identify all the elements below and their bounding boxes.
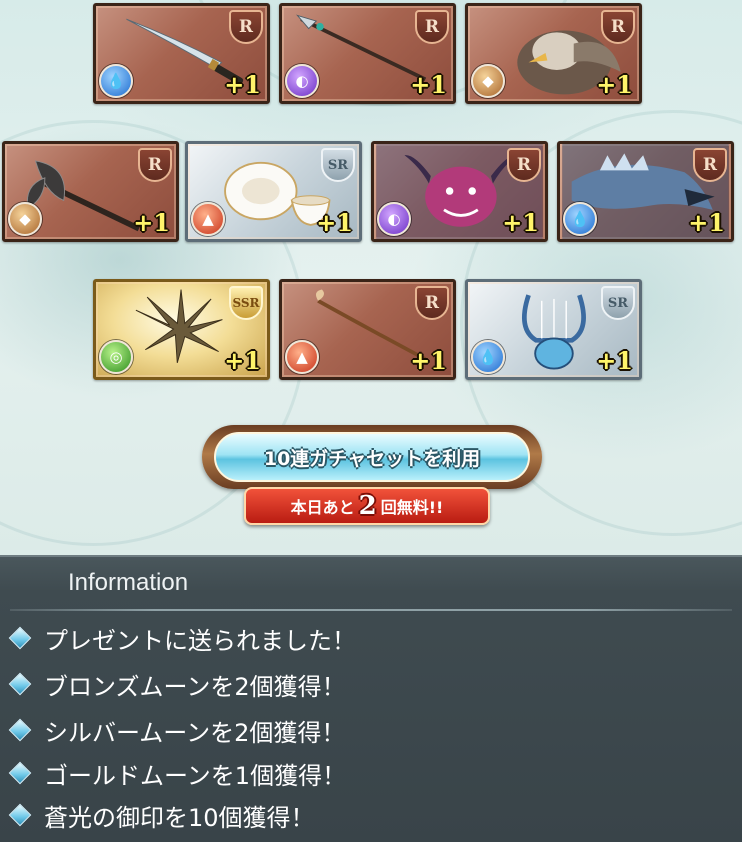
- rarity-badge: R: [415, 286, 449, 320]
- rarity-badge: R: [601, 10, 635, 44]
- crystal-bullet-icon: [8, 803, 32, 827]
- quantity-label: +1: [410, 346, 447, 375]
- reward-card[interactable]: R ◐ +1: [371, 141, 548, 242]
- reward-card[interactable]: R 💧 +1: [93, 3, 270, 104]
- water-element-icon: 💧: [471, 340, 505, 374]
- quantity-label: +1: [596, 346, 633, 375]
- free-banner-count: 2: [358, 491, 377, 521]
- reward-card[interactable]: R ▲ +1: [279, 279, 456, 380]
- information-line: ブロンズムーンを2個獲得！: [8, 666, 346, 702]
- free-banner-suffix: 回無料!!: [380, 498, 444, 517]
- rarity-badge: R: [415, 10, 449, 44]
- information-divider: [10, 609, 732, 611]
- earth-element-icon: ◆: [8, 202, 42, 236]
- crystal-bullet-icon: [8, 626, 32, 650]
- water-element-icon: 💧: [563, 202, 597, 236]
- quantity-label: +1: [688, 208, 725, 237]
- information-line: ゴールドムーンを1個獲得！: [8, 755, 346, 791]
- information-line: 蒼光の御印を10個獲得！: [8, 797, 315, 833]
- wind-element-icon: ◎: [99, 340, 133, 374]
- reward-card[interactable]: R ◆ +1: [2, 141, 179, 242]
- rarity-badge: R: [138, 148, 172, 182]
- quantity-label: +1: [224, 70, 261, 99]
- rarity-badge: SR: [601, 286, 635, 320]
- fire-element-icon: ▲: [285, 340, 319, 374]
- free-banner-prefix: 本日あと: [290, 498, 355, 517]
- crystal-bullet-icon: [8, 761, 32, 785]
- gacha-button-label: 10連ガチャセットを利用: [214, 432, 530, 482]
- gacha-result-stage: R 💧 +1 R ◐ +1 R ◆ +1 R ◆ +1 SR ▲ +1 R ◐ …: [0, 0, 742, 555]
- rarity-badge: R: [507, 148, 541, 182]
- quantity-label: +1: [133, 208, 170, 237]
- information-title: Information: [68, 569, 189, 596]
- reward-card[interactable]: SR 💧 +1: [465, 279, 642, 380]
- rarity-badge: SSR: [229, 286, 263, 320]
- rarity-badge: SR: [321, 148, 355, 182]
- dark-element-icon: ◐: [285, 64, 319, 98]
- quantity-label: +1: [316, 208, 353, 237]
- quantity-label: +1: [502, 208, 539, 237]
- earth-element-icon: ◆: [471, 64, 505, 98]
- reward-card[interactable]: R 💧 +1: [557, 141, 734, 242]
- information-panel: Information プレゼントに送られました！ ブロンズムーンを2個獲得！ …: [0, 555, 742, 842]
- reward-card[interactable]: R ◆ +1: [465, 3, 642, 104]
- quantity-label: +1: [224, 346, 261, 375]
- reward-card[interactable]: SR ▲ +1: [185, 141, 362, 242]
- reward-card[interactable]: SSR ◎ +1: [93, 279, 270, 380]
- crystal-bullet-icon: [8, 718, 32, 742]
- free-draws-banner: 本日あと 2 回無料!!: [244, 487, 490, 525]
- dark-element-icon: ◐: [377, 202, 411, 236]
- information-line: シルバームーンを2個獲得！: [8, 712, 345, 748]
- information-line-text: ゴールドムーンを1個獲得！: [44, 761, 347, 790]
- quantity-label: +1: [596, 70, 633, 99]
- fire-element-icon: ▲: [191, 202, 225, 236]
- information-line-text: ブロンズムーンを2個獲得！: [44, 672, 346, 701]
- information-line-text: 蒼光の御印を10個獲得！: [44, 803, 315, 832]
- ten-draw-gacha-button[interactable]: 10連ガチャセットを利用: [202, 419, 542, 497]
- reward-card[interactable]: R ◐ +1: [279, 3, 456, 104]
- information-line-text: プレゼントに送られました！: [44, 626, 356, 655]
- crystal-bullet-icon: [8, 672, 32, 696]
- information-line: プレゼントに送られました！: [8, 620, 356, 656]
- rarity-badge: R: [229, 10, 263, 44]
- rarity-badge: R: [693, 148, 727, 182]
- quantity-label: +1: [410, 70, 447, 99]
- water-element-icon: 💧: [99, 64, 133, 98]
- information-line-text: シルバームーンを2個獲得！: [44, 718, 346, 747]
